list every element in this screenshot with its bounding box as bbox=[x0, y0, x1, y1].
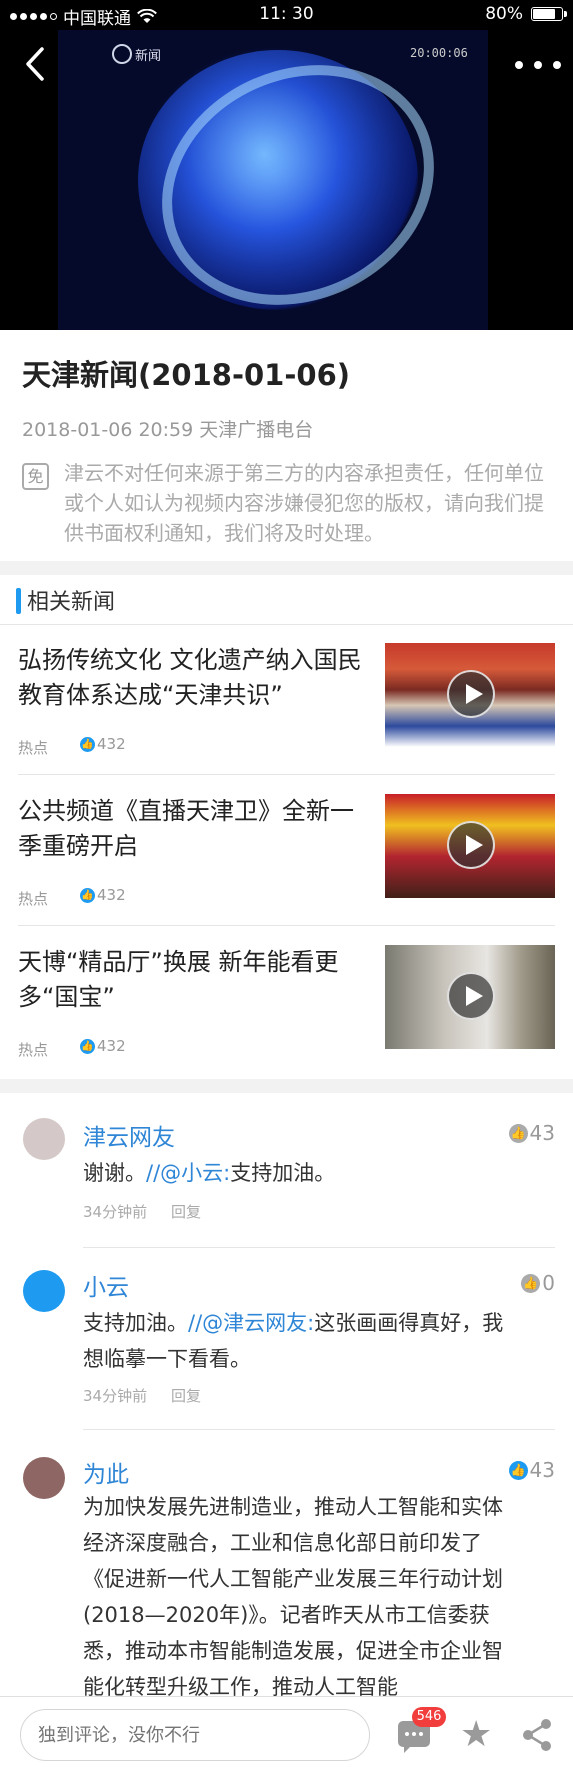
comment-text: 谢谢。//@小云:支持加油。 bbox=[83, 1155, 523, 1191]
avatar[interactable] bbox=[23, 1270, 65, 1312]
channel-logo: 新闻 bbox=[112, 44, 161, 64]
disclaimer-text: 津云不对任何来源于第三方的内容承担责任，任何单位或个人如认为视频内容涉嫌侵犯您的… bbox=[64, 461, 544, 545]
news-thumbnail[interactable] bbox=[385, 794, 555, 898]
status-right: 80% bbox=[485, 4, 567, 24]
news-thumbnail[interactable] bbox=[385, 945, 555, 1049]
comment-count-badge: 546 bbox=[412, 1707, 446, 1727]
comment-text-part: 谢谢。 bbox=[83, 1161, 146, 1185]
news-likes-count: 432 bbox=[97, 886, 126, 904]
comment-like-button[interactable]: 👍 43 bbox=[508, 1458, 555, 1482]
more-button[interactable] bbox=[515, 58, 561, 72]
comment-time: 34分钟前 bbox=[83, 1203, 148, 1221]
reply-button[interactable]: 回复 bbox=[171, 1201, 201, 1222]
thumb-up-icon: 👍 bbox=[521, 1273, 541, 1293]
avatar[interactable] bbox=[23, 1118, 65, 1160]
comment-likes-count: 43 bbox=[529, 1121, 555, 1145]
comment-text-part: 为加快发展先进制造业，推动人工智能和实体经济深度融合，工业和信息化部日前印发了《… bbox=[83, 1495, 503, 1696]
comment-divider bbox=[83, 1247, 555, 1248]
article-title: 天津新闻(2018-01-06) bbox=[22, 358, 351, 392]
play-icon[interactable] bbox=[447, 670, 495, 718]
comment-likes-count: 43 bbox=[529, 1458, 555, 1482]
news-thumbnail[interactable] bbox=[385, 643, 555, 747]
chevron-left-icon bbox=[26, 47, 44, 81]
bottom-bar: 546 ★ bbox=[0, 1696, 573, 1772]
section-accent-bar bbox=[16, 588, 21, 614]
news-tag: 热点 bbox=[18, 739, 49, 757]
thumb-up-icon: 👍 bbox=[80, 887, 95, 903]
battery-percent: 80% bbox=[485, 4, 523, 24]
comment-text: 支持加油。//@津云网友:这张画画得真好，我想临摹一下看看。 bbox=[83, 1305, 523, 1377]
channel-logo-text: 新闻 bbox=[135, 48, 162, 64]
related-section-title: 相关新闻 bbox=[27, 590, 116, 615]
status-bar: 中国联通 11: 30 80% bbox=[0, 0, 573, 30]
play-icon[interactable] bbox=[447, 821, 495, 869]
news-likes-count: 432 bbox=[97, 1037, 126, 1055]
comment-author[interactable]: 为此 bbox=[83, 1455, 129, 1489]
comment-author[interactable]: 津云网友 bbox=[83, 1118, 175, 1152]
news-divider bbox=[18, 774, 555, 775]
video-player[interactable]: 新闻 20:00:06 bbox=[0, 30, 573, 330]
thumb-up-icon: 👍 bbox=[508, 1123, 528, 1143]
related-news-item[interactable]: 天博“精品厅”换展 新年能看更多“国宝” 热点 👍 432 bbox=[0, 927, 573, 1077]
section-separator bbox=[0, 1079, 573, 1093]
play-icon[interactable] bbox=[447, 972, 495, 1020]
news-likes: 👍 432 bbox=[80, 1037, 126, 1055]
comment-like-button[interactable]: 👍 0 bbox=[521, 1271, 555, 1295]
comment-text: 为加快发展先进制造业，推动人工智能和实体经济深度融合，工业和信息化部日前印发了《… bbox=[83, 1489, 523, 1696]
battery-icon bbox=[531, 7, 567, 21]
comment-divider bbox=[83, 1429, 555, 1430]
thumb-up-icon: 👍 bbox=[80, 736, 95, 752]
news-likes-count: 432 bbox=[97, 735, 126, 753]
comment-item: 为此 👍 43 为加快发展先进制造业，推动人工智能和实体经济深度融合，工业和信息… bbox=[0, 1433, 573, 1696]
thumb-up-icon: 👍 bbox=[80, 1038, 95, 1054]
comment-text-part: 支持加油。 bbox=[230, 1161, 336, 1185]
news-likes: 👍 432 bbox=[80, 886, 126, 904]
disclaimer-icon: 免 bbox=[22, 463, 49, 490]
thumb-up-icon: 👍 bbox=[508, 1460, 528, 1480]
news-divider bbox=[18, 925, 555, 926]
comment-item: 小云 👍 0 支持加油。//@津云网友:这张画画得真好，我想临摹一下看看。 34… bbox=[0, 1253, 573, 1433]
video-timecode: 20:00:06 bbox=[410, 46, 468, 60]
comment-likes-count: 0 bbox=[542, 1271, 555, 1295]
comment-mention[interactable]: //@小云: bbox=[146, 1161, 230, 1185]
comment-text-part: 支持加油。 bbox=[83, 1311, 188, 1335]
article-meta: 2018-01-06 20:59 天津广播电台 bbox=[22, 415, 313, 442]
more-dots-icon bbox=[515, 61, 523, 69]
section-separator bbox=[0, 561, 573, 575]
news-likes: 👍 432 bbox=[80, 735, 126, 753]
back-button[interactable] bbox=[20, 44, 50, 84]
video-frame[interactable] bbox=[58, 30, 488, 330]
battery-fill bbox=[533, 9, 555, 19]
related-news-item[interactable]: 公共频道《直播天津卫》全新一季重磅开启 热点 👍 432 bbox=[0, 776, 573, 926]
comment-item: 津云网友 👍 43 谢谢。//@小云:支持加油。 34分钟前 回复 bbox=[0, 1093, 573, 1253]
news-tag: 热点 bbox=[18, 890, 49, 908]
news-title: 天博“精品厅”换展 新年能看更多“国宝” bbox=[18, 948, 339, 1011]
comment-mention[interactable]: //@津云网友: bbox=[188, 1311, 314, 1335]
article-date: 2018-01-06 20:59 bbox=[22, 419, 194, 441]
channel-logo-icon bbox=[112, 44, 132, 64]
news-title: 公共频道《直播天津卫》全新一季重磅开启 bbox=[18, 797, 354, 860]
comment-author[interactable]: 小云 bbox=[83, 1268, 129, 1302]
comment-input[interactable] bbox=[20, 1709, 370, 1761]
star-icon[interactable]: ★ bbox=[460, 1715, 492, 1755]
article-source: 天津广播电台 bbox=[199, 419, 314, 441]
reply-button[interactable]: 回复 bbox=[171, 1385, 201, 1406]
comment-time: 34分钟前 bbox=[83, 1387, 148, 1405]
share-icon[interactable] bbox=[520, 1717, 554, 1753]
avatar[interactable] bbox=[23, 1457, 65, 1499]
news-title: 弘扬传统文化 文化遗产纳入国民教育体系达成“天津共识” bbox=[18, 646, 362, 709]
news-tag: 热点 bbox=[18, 1041, 49, 1059]
comment-like-button[interactable]: 👍 43 bbox=[508, 1121, 555, 1145]
related-news-item[interactable]: 弘扬传统文化 文化遗产纳入国民教育体系达成“天津共识” 热点 👍 432 bbox=[0, 625, 573, 775]
